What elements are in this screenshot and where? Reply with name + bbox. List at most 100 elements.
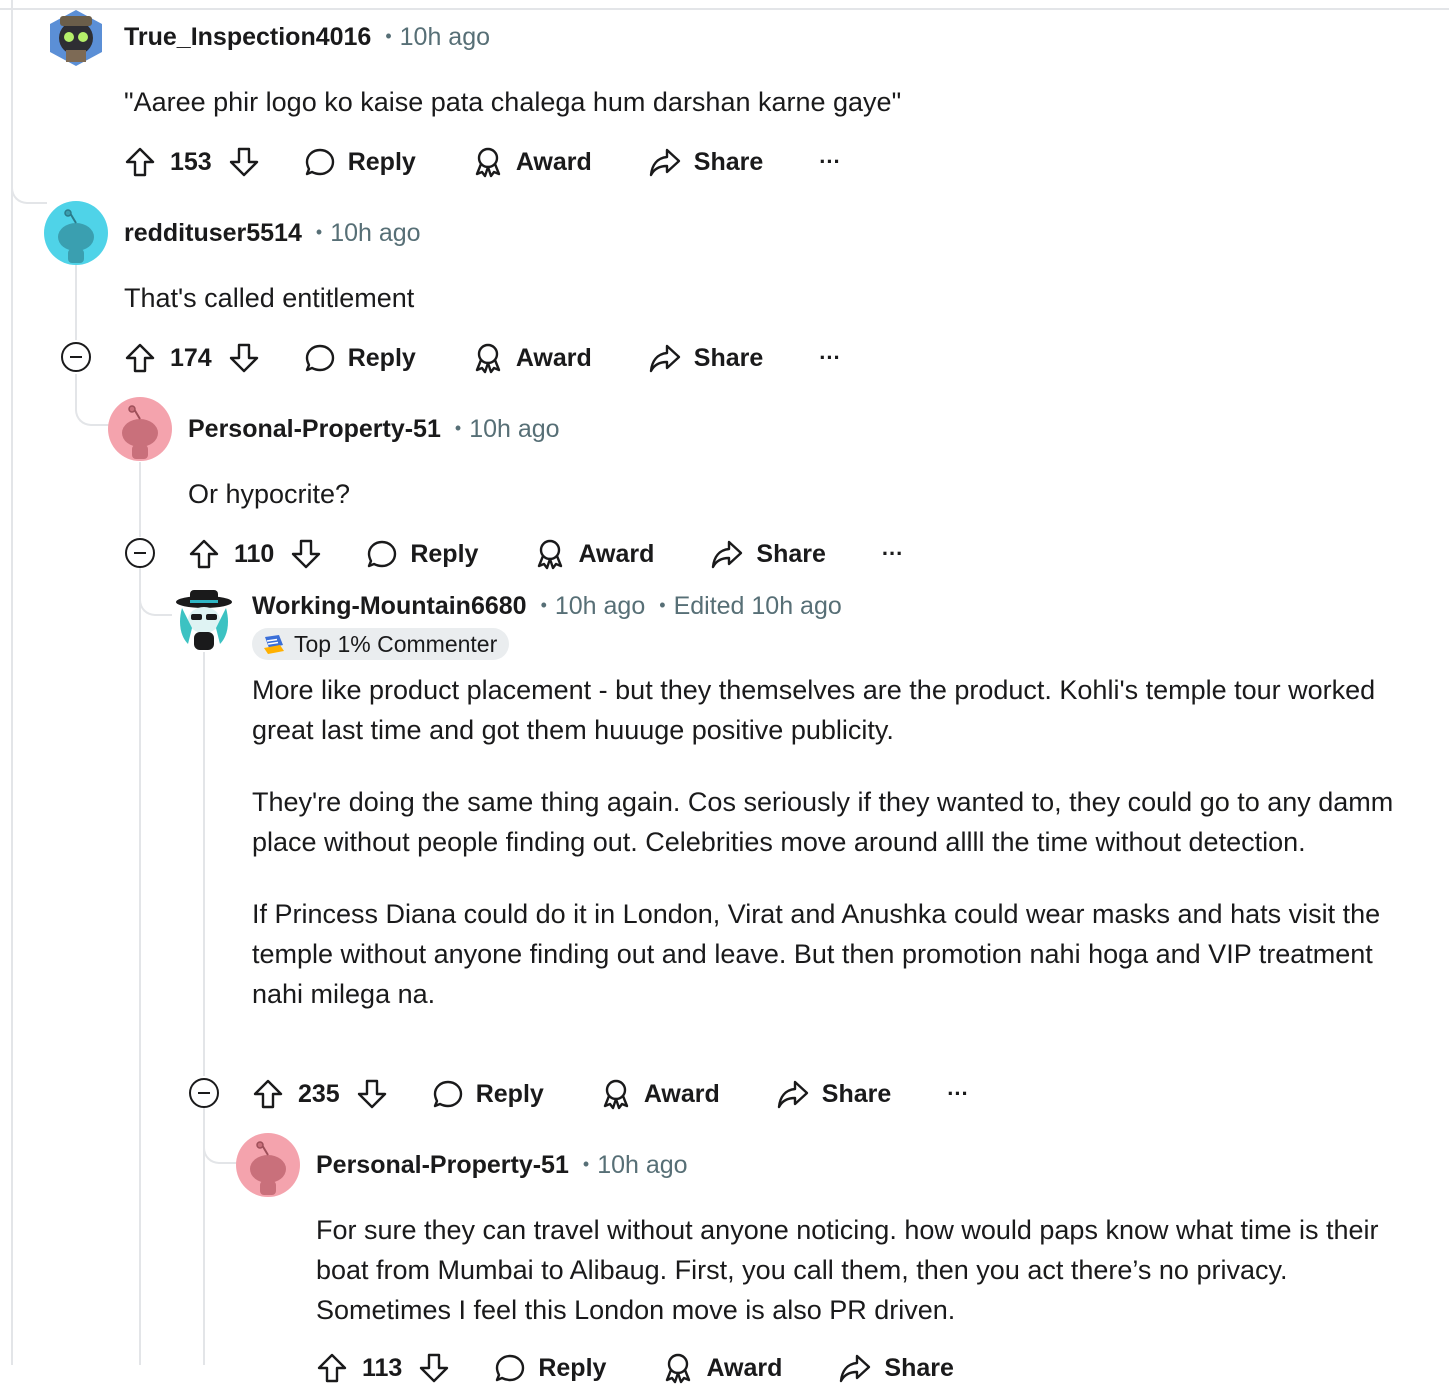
timestamp[interactable]: 10h ago <box>400 23 490 51</box>
award-button[interactable]: Award <box>600 1078 720 1110</box>
thread-line-level2 <box>139 462 141 537</box>
comment-paragraph: They're doing the same thing again. Cos … <box>252 787 1394 857</box>
avatar[interactable] <box>236 1133 300 1197</box>
share-button[interactable]: Share <box>776 1078 891 1110</box>
snoo-avatar-icon <box>176 590 232 650</box>
reply-button[interactable]: Reply <box>304 146 416 178</box>
vote-group: 153 <box>124 146 260 178</box>
timestamp[interactable]: 10h ago <box>555 592 645 620</box>
vote-group: 235 <box>252 1078 388 1110</box>
vote-count: 153 <box>170 147 212 176</box>
comment-meta: True_Inspection4016 • 10h ago <box>124 21 490 55</box>
award-icon <box>603 1079 629 1110</box>
username[interactable]: Personal-Property-51 <box>316 1151 569 1179</box>
edited-timestamp: Edited 10h ago <box>673 592 842 620</box>
collapse-minus-icon[interactable] <box>125 538 155 568</box>
share-arrow-icon <box>840 1354 871 1383</box>
separator-dot: • <box>582 1154 590 1174</box>
vote-count: 110 <box>234 539 275 568</box>
avatar[interactable] <box>44 201 108 265</box>
downvote-icon[interactable] <box>228 146 260 178</box>
reply-bubble-icon <box>433 1080 462 1108</box>
comment-body: That's called entitlement <box>124 278 1414 318</box>
upvote-icon[interactable] <box>124 342 156 374</box>
avatar[interactable] <box>172 588 236 652</box>
separator-dot: • <box>315 222 323 242</box>
reply-button[interactable]: Reply <box>304 342 416 374</box>
more-options-button[interactable]: ... <box>947 1075 968 1107</box>
timestamp[interactable]: 10h ago <box>330 219 420 247</box>
award-label: Award <box>643 1079 720 1108</box>
more-options-button[interactable]: ... <box>882 535 903 567</box>
downvote-icon[interactable] <box>228 342 260 374</box>
vote-group: 174 <box>124 342 260 374</box>
comment-paragraph: For sure they can travel without anyone … <box>316 1215 1379 1325</box>
thread-line-level2-cont <box>139 568 141 1365</box>
more-options-button[interactable]: ... <box>819 339 840 371</box>
upvote-icon[interactable] <box>124 146 156 178</box>
top-divider <box>0 8 1449 10</box>
more-dots-icon: ... <box>881 535 904 560</box>
separator-dot: • <box>454 418 462 438</box>
comment-paragraph: If Princess Diana could do it in London,… <box>252 899 1381 1009</box>
upvote-icon[interactable] <box>188 538 220 570</box>
share-button[interactable]: Share <box>838 1352 954 1384</box>
comment-meta: Personal-Property-51 • 10h ago <box>316 1149 688 1183</box>
reply-bubble-icon <box>305 148 334 176</box>
username[interactable]: True_Inspection4016 <box>124 23 371 51</box>
reply-button[interactable]: Reply <box>494 1352 606 1384</box>
collapse-minus-icon[interactable] <box>189 1078 219 1108</box>
share-button[interactable]: Share <box>710 538 826 570</box>
share-label: Share <box>884 1353 954 1382</box>
reply-button[interactable]: Reply <box>432 1078 544 1110</box>
award-label: Award <box>515 147 592 176</box>
award-button[interactable]: Award <box>472 342 592 374</box>
comment-body: Or hypocrite? <box>188 474 1418 514</box>
share-label: Share <box>756 539 826 568</box>
award-button[interactable]: Award <box>662 1352 782 1384</box>
award-button[interactable]: Award <box>472 146 592 178</box>
share-arrow-icon <box>649 344 680 373</box>
more-options-button[interactable]: ... <box>819 143 840 175</box>
reply-bubble-icon <box>496 1354 525 1382</box>
top-commenter-badge[interactable]: Top 1% Commenter <box>252 628 510 660</box>
collapse-minus-icon[interactable] <box>61 342 91 372</box>
share-arrow-icon <box>649 148 680 177</box>
thread-elbow <box>75 374 111 426</box>
reply-bubble-icon <box>368 540 397 568</box>
reply-button[interactable]: Reply <box>366 538 478 570</box>
more-dots-icon: ... <box>819 143 841 168</box>
username[interactable]: Personal-Property-51 <box>188 415 441 443</box>
badge-label: Top 1% Commenter <box>294 630 498 657</box>
comment-paragraph: Or hypocrite? <box>188 479 351 509</box>
share-label: Share <box>821 1079 892 1108</box>
downvote-icon[interactable] <box>418 1352 450 1384</box>
award-button[interactable]: Award <box>534 538 654 570</box>
timestamp[interactable]: 10h ago <box>469 415 559 443</box>
award-label: Award <box>578 539 655 568</box>
share-label: Share <box>693 147 764 176</box>
award-label: Award <box>706 1353 783 1382</box>
avatar[interactable] <box>108 397 172 461</box>
action-bar: 174 Reply Award Share ... <box>124 336 841 380</box>
downvote-icon[interactable] <box>356 1078 388 1110</box>
action-bar: 113 Reply Award Share <box>316 1346 954 1390</box>
comment-paragraph: That's called entitlement <box>124 283 415 313</box>
share-button[interactable]: Share <box>648 146 763 178</box>
timestamp[interactable]: 10h ago <box>597 1151 687 1179</box>
award-icon <box>475 147 501 178</box>
comment-meta: reddituser5514 • 10h ago <box>124 217 421 251</box>
avatar[interactable] <box>46 8 106 68</box>
vote-group: 110 <box>188 538 322 570</box>
award-label: Award <box>515 343 592 372</box>
upvote-icon[interactable] <box>252 1078 284 1110</box>
share-button[interactable]: Share <box>648 342 763 374</box>
action-bar: 235 Reply Award Share ... <box>252 1072 969 1116</box>
username[interactable]: reddituser5514 <box>124 219 302 247</box>
username[interactable]: Working-Mountain6680 <box>252 592 527 620</box>
thread-line-level3 <box>203 652 205 1076</box>
thread-elbow <box>203 1110 239 1164</box>
upvote-icon[interactable] <box>316 1352 348 1384</box>
downvote-icon[interactable] <box>290 538 322 570</box>
vote-group: 113 <box>316 1352 450 1384</box>
